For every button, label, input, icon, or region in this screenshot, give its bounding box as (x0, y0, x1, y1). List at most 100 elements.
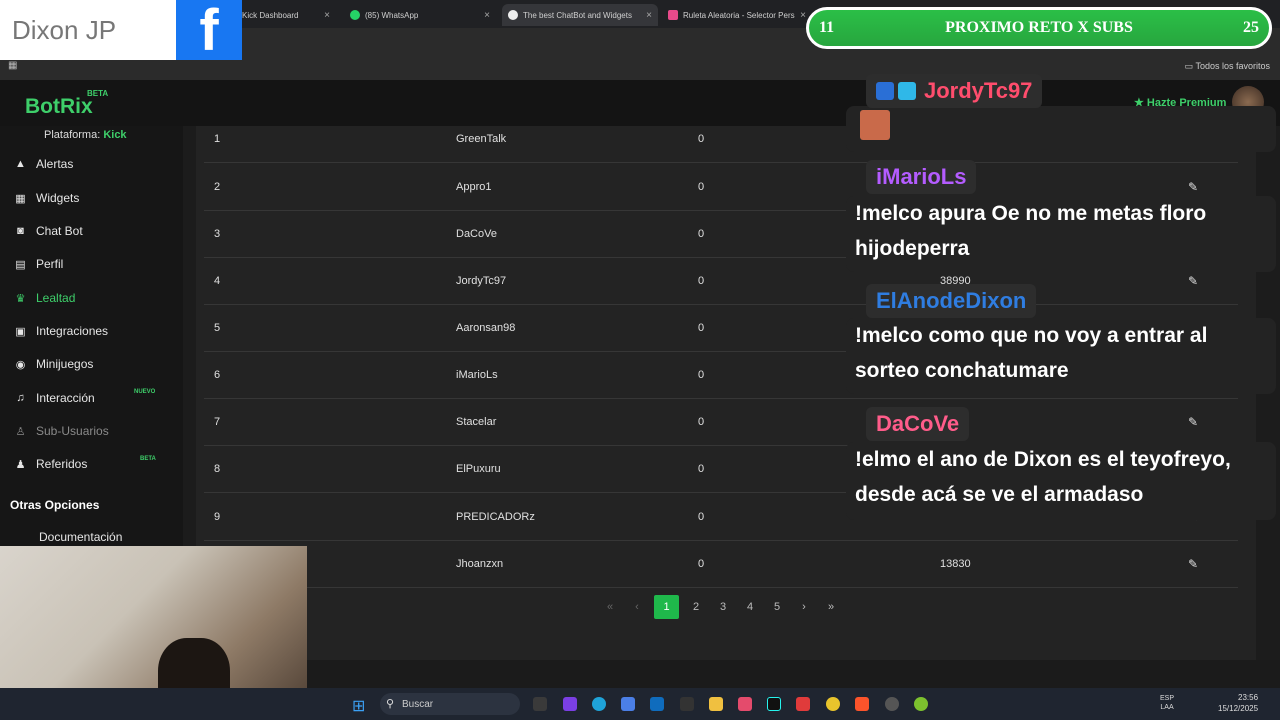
app-icon[interactable] (563, 697, 577, 711)
value-cell: 0 (698, 275, 705, 287)
tab-kick-dashboard[interactable]: Kick Dashboard × (236, 4, 336, 26)
chat-username: JordyTc97 (866, 74, 1043, 108)
username-cell: Stacelar (456, 416, 497, 428)
table-row: Jhoanzxn 0 13830 ✎ (204, 541, 1238, 588)
edge-icon[interactable] (592, 697, 606, 711)
table-row: 7 Stacelar 0 ✎ (204, 399, 1238, 446)
sub-goal-target: 25 (1243, 19, 1259, 36)
first-page-button[interactable]: « (600, 595, 620, 619)
close-icon[interactable]: × (484, 10, 490, 21)
next-page-button[interactable]: › (794, 595, 814, 619)
value-cell: 0 (698, 558, 705, 570)
tab-label: Kick Dashboard (242, 10, 299, 20)
username-cell: JordyTc97 (456, 275, 507, 287)
robot-icon: ◙ (17, 225, 24, 237)
tab-botrix[interactable]: The best ChatBot and Widgets × (502, 4, 658, 26)
moderator-badge-icon (876, 82, 894, 100)
edit-icon[interactable]: ✎ (1188, 399, 1198, 446)
page-4-button[interactable]: 4 (740, 595, 760, 619)
sidebar-item-chat-bot[interactable]: ◙ Chat Bot (14, 221, 83, 241)
whatsapp-icon (350, 10, 360, 20)
language-indicator[interactable]: ESP LAA (1160, 694, 1174, 712)
username-cell: Aaronsan98 (456, 322, 516, 334)
rank-cell: 5 (214, 322, 221, 334)
value-cell: 0 (698, 416, 705, 428)
value-cell: 0 (698, 463, 705, 475)
username-cell: Jhoanzxn (456, 558, 504, 570)
sidebar-item-perfil[interactable]: ▤ Perfil (14, 254, 63, 274)
windows-start-icon[interactable]: ⊞ (352, 696, 365, 716)
beta-badge: BETA (87, 89, 109, 98)
close-icon[interactable]: × (800, 10, 806, 21)
tab-label: Ruleta Aleatoria - Selector Pers (683, 10, 795, 20)
sub-goal-current: 11 (819, 19, 835, 36)
sidebar-item-lealtad[interactable]: ♛ Lealtad (14, 288, 76, 308)
prev-page-button[interactable]: ‹ (627, 595, 647, 619)
app-icon[interactable] (914, 697, 928, 711)
sidebar-item-referidos[interactable]: ♟ Referidos (14, 454, 88, 474)
rank-cell: 1 (214, 133, 221, 145)
rank-cell: 2 (214, 181, 221, 193)
platform-indicator: Plataforma: Kick (44, 129, 127, 141)
terminal-icon[interactable] (533, 697, 547, 711)
close-icon[interactable]: × (324, 10, 330, 21)
trophy-icon: ♛ (15, 292, 26, 305)
facebook-icon: f (176, 0, 242, 60)
channel-name: Dixon JP (12, 14, 117, 45)
outlook-icon[interactable] (650, 697, 664, 711)
botrix-favicon-icon (508, 10, 518, 20)
page-5-button[interactable]: 5 (767, 595, 787, 619)
username-cell: DaCoVe (456, 228, 497, 240)
chat-message: !melco como que no voy a entrar al sorte… (855, 324, 1208, 382)
app-icon[interactable] (796, 697, 810, 711)
value-cell: 0 (698, 369, 705, 381)
app-icon[interactable] (680, 697, 694, 711)
taskbar-search[interactable]: Buscar (380, 693, 520, 715)
sidebar-item-sub-usuarios[interactable]: ♙ Sub-Usuarios (14, 421, 109, 441)
rank-cell: 4 (214, 275, 221, 287)
sidebar-item-integraciones[interactable]: ▣ Integraciones (14, 321, 108, 341)
value-cell: 0 (698, 181, 705, 193)
sub-users-icon: ♙ (15, 425, 26, 438)
tab-whatsapp[interactable]: (85) WhatsApp × (344, 4, 496, 26)
rank-cell: 6 (214, 369, 221, 381)
rank-cell: 7 (214, 416, 221, 428)
close-icon[interactable]: × (646, 10, 652, 21)
chrome-icon[interactable] (826, 697, 840, 711)
brave-icon[interactable] (855, 697, 869, 711)
taskbar (0, 688, 1280, 720)
value-cell: 0 (698, 228, 705, 240)
new-badge: NUEVO (134, 389, 156, 395)
tiktok-icon[interactable] (767, 697, 781, 711)
documentation-link[interactable]: Documentación (39, 530, 122, 544)
beta-badge: BETA (140, 456, 156, 462)
app-icon[interactable] (885, 697, 899, 711)
last-page-button[interactable]: » (821, 595, 841, 619)
tab-label: (85) WhatsApp (365, 10, 419, 20)
pagination: « ‹ 1 2 3 4 5 › » (600, 595, 841, 619)
copilot-icon[interactable] (621, 697, 635, 711)
botrix-logo[interactable]: BotRix (25, 95, 93, 119)
edit-icon[interactable]: ✎ (1188, 541, 1198, 588)
integrations-icon: ▣ (15, 325, 26, 338)
music-icon[interactable] (738, 697, 752, 711)
page-2-button[interactable]: 2 (686, 595, 706, 619)
page-3-button[interactable]: 3 (713, 595, 733, 619)
tab-ruleta[interactable]: Ruleta Aleatoria - Selector Pers × (662, 4, 812, 26)
sidebar-item-widgets[interactable]: ▦ Widgets (14, 188, 79, 208)
folder-icon[interactable] (709, 697, 723, 711)
points-cell: 13830 (940, 558, 971, 570)
sidebar-item-minijuegos[interactable]: ◉ Minijuegos (14, 354, 94, 374)
emote-icon (860, 110, 890, 140)
apps-grid-icon[interactable]: ▦ (8, 60, 17, 71)
all-bookmarks-link[interactable]: ▭ Todos los favoritos (1185, 61, 1270, 72)
sidebar-item-alertas[interactable]: ▲ Alertas (14, 154, 73, 174)
clock-time: 23:56 (1238, 693, 1259, 702)
sidebar-item-interaccion[interactable]: ♫ Interacción (14, 388, 94, 408)
profile-card-icon: ▤ (15, 258, 26, 271)
rank-cell: 3 (214, 228, 221, 240)
sub-goal-bar: 11 PROXIMO RETO X SUBS 25 (806, 7, 1272, 49)
page-1-button[interactable]: 1 (654, 595, 679, 619)
chat-message: !elmo el ano de Dixon es el teyofreyo, d… (855, 448, 1231, 506)
system-clock[interactable]: 23:56 15/12/2025 (1218, 692, 1258, 714)
